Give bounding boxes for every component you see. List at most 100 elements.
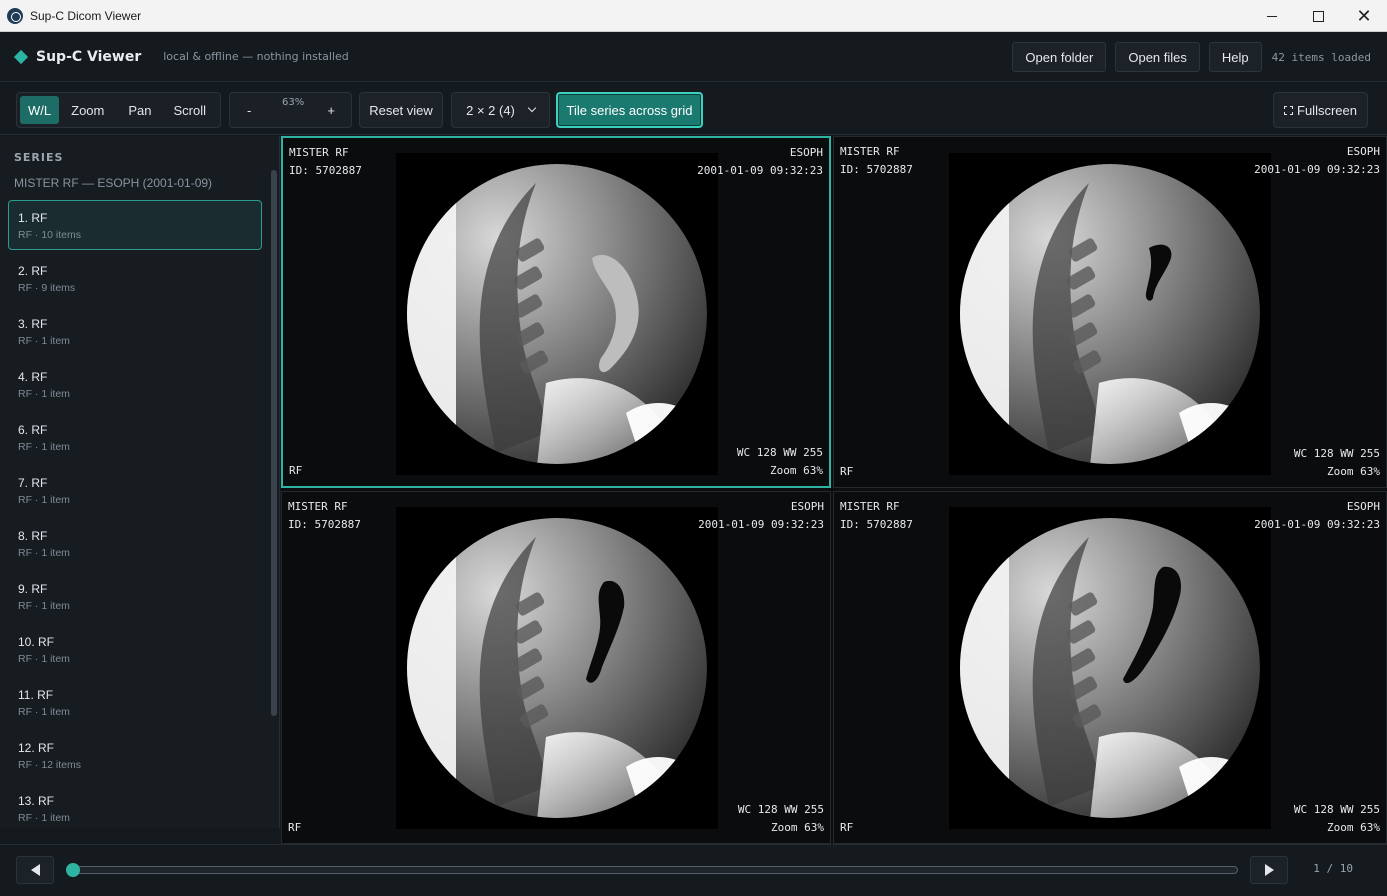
- patient-name: MISTER RF: [289, 146, 349, 159]
- frame-slider-thumb[interactable]: [66, 863, 80, 877]
- next-frame-icon: [1264, 864, 1274, 876]
- tool-pan-button[interactable]: Pan: [120, 96, 159, 124]
- series-meta: RF · 1 item: [18, 494, 70, 506]
- zoom-out-button[interactable]: -: [239, 96, 259, 124]
- fullscreen-icon: [1284, 105, 1294, 115]
- overlay-top-left: MISTER RF ID: 5702887: [840, 143, 913, 179]
- chevron-down-icon: [527, 103, 537, 113]
- zoom-in-button[interactable]: +: [319, 96, 343, 124]
- sidebar-title: SERIES: [14, 151, 64, 164]
- modality-label: RF: [840, 821, 854, 834]
- series-name: 1. RF: [18, 211, 48, 225]
- patient-id: ID: 5702887: [840, 518, 913, 531]
- zoom-readout: Zoom 63%: [1327, 465, 1380, 478]
- frame-slider[interactable]: [72, 866, 1238, 874]
- series-item[interactable]: 4. RF RF · 1 item: [8, 359, 262, 409]
- series-sidebar: SERIES MISTER RF — ESOPH (2001-01-09) 1.…: [0, 136, 280, 828]
- study-datetime: 2001-01-09 09:32:23: [697, 164, 823, 177]
- viewport-4[interactable]: MISTER RF ID: 5702887 ESOPH 2001-01-09 09:…: [833, 491, 1387, 844]
- prev-frame-icon: [30, 864, 40, 876]
- xray-svg: [949, 153, 1271, 475]
- overlay-top-right: ESOPH 2001-01-09 09:32:23: [1254, 498, 1380, 534]
- tool-wl-button[interactable]: W/L: [20, 96, 60, 124]
- fullscreen-label: Fullscreen: [1297, 102, 1357, 118]
- minimize-icon[interactable]: [1249, 0, 1295, 32]
- series-meta: RF · 9 items: [18, 282, 76, 294]
- series-item[interactable]: 9. RF RF · 1 item: [8, 571, 262, 621]
- series-item[interactable]: 2. RF RF · 9 items: [8, 253, 262, 303]
- sidebar-scrollbar[interactable]: [271, 170, 277, 716]
- close-icon[interactable]: ✕: [1341, 0, 1387, 32]
- series-item[interactable]: 7. RF RF · 1 item: [8, 465, 262, 515]
- overlay-top-right: ESOPH 2001-01-09 09:32:23: [1254, 143, 1380, 179]
- zoom-readout: Zoom 63%: [770, 464, 823, 477]
- series-meta: RF · 12 items: [18, 759, 82, 771]
- window-title: Sup-C Dicom Viewer: [30, 8, 142, 23]
- modality-label: RF: [288, 821, 302, 834]
- overlay-top-left: MISTER RF ID: 5702887: [840, 498, 913, 534]
- series-item[interactable]: 12. RF RF · 12 items: [8, 730, 262, 780]
- tool-scroll-button[interactable]: Scroll: [166, 96, 215, 124]
- series-item[interactable]: 6. RF RF · 1 item: [8, 412, 262, 462]
- series-item[interactable]: 13. RF RF · 1 item: [8, 783, 262, 828]
- maximize-icon[interactable]: [1295, 0, 1341, 32]
- prev-frame-button[interactable]: [16, 856, 54, 884]
- xray-image: [949, 507, 1271, 829]
- study-datetime: 2001-01-09 09:32:23: [698, 518, 824, 531]
- series-name: 3. RF: [18, 317, 48, 331]
- xray-image: [949, 153, 1271, 475]
- study-datetime: 2001-01-09 09:32:23: [1254, 518, 1380, 531]
- help-button[interactable]: Help: [1208, 42, 1262, 72]
- items-loaded-count: 42 items loaded: [1271, 50, 1371, 64]
- tool-zoom-button[interactable]: Zoom: [63, 96, 112, 124]
- window-level: WC 128 WW 255: [736, 446, 823, 459]
- app-logo-icon: [7, 7, 23, 24]
- reset-view-button[interactable]: Reset view: [359, 92, 443, 128]
- series-item[interactable]: 8. RF RF · 1 item: [8, 518, 262, 568]
- viewport-grid: MISTER RF ID: 5702887 ESOPH 2001-01-09 09:…: [281, 136, 1387, 844]
- overlay-top-left: MISTER RF ID: 5702887: [289, 144, 362, 180]
- zoom-readout: Zoom 63%: [771, 821, 824, 834]
- study-desc: ESOPH: [790, 500, 824, 513]
- layout-select[interactable]: 2 × 2 (4): [451, 92, 550, 128]
- series-meta: RF · 1 item: [18, 600, 70, 612]
- brand-diamond-icon: [13, 49, 29, 64]
- viewport-1[interactable]: MISTER RF ID: 5702887 ESOPH 2001-01-09 09:…: [281, 136, 831, 488]
- open-folder-button[interactable]: Open folder: [1012, 42, 1107, 72]
- series-name: 4. RF: [18, 370, 48, 384]
- series-meta: RF · 1 item: [18, 812, 70, 824]
- study-label: MISTER RF — ESOPH (2001-01-09): [14, 176, 213, 190]
- patient-name: MISTER RF: [288, 500, 348, 513]
- tile-series-button[interactable]: Tile series across grid: [556, 92, 703, 128]
- overlay-bottom-right: WC 128 WW 255 Zoom 63%: [738, 801, 824, 837]
- series-meta: RF · 1 item: [18, 441, 70, 453]
- series-item[interactable]: 10. RF RF · 1 item: [8, 624, 262, 674]
- xray-svg: [949, 507, 1271, 829]
- patient-name: MISTER RF: [840, 145, 900, 158]
- xray-svg: [396, 507, 718, 829]
- frame-navigation-bar: 1 / 10: [0, 844, 1387, 896]
- fullscreen-button[interactable]: Fullscreen: [1273, 92, 1368, 128]
- brand-tagline: local & offline — nothing installed: [163, 50, 349, 63]
- series-item[interactable]: 3. RF RF · 1 item: [8, 306, 262, 356]
- viewport-2[interactable]: MISTER RF ID: 5702887 ESOPH 2001-01-09 09:…: [833, 136, 1387, 488]
- window-controls: ✕: [1249, 0, 1387, 32]
- xray-svg: [396, 153, 718, 475]
- series-meta: RF · 10 items: [18, 229, 82, 241]
- series-item[interactable]: 11. RF RF · 1 item: [8, 677, 262, 727]
- series-name: 7. RF: [18, 476, 48, 490]
- series-list: 1. RF RF · 10 items 2. RF RF · 9 items 3. …: [8, 200, 262, 828]
- xray-image: [396, 153, 718, 475]
- patient-id: ID: 5702887: [840, 163, 913, 176]
- overlay-bottom-right: WC 128 WW 255 Zoom 63%: [737, 444, 823, 480]
- series-item[interactable]: 1. RF RF · 10 items: [8, 200, 262, 250]
- series-meta: RF · 1 item: [18, 706, 70, 718]
- open-files-button[interactable]: Open files: [1115, 42, 1200, 72]
- app-header: Sup-C Viewer local & offline — nothing i…: [0, 32, 1387, 82]
- viewport-3[interactable]: MISTER RF ID: 5702887 ESOPH 2001-01-09 09:…: [281, 491, 831, 844]
- zoom-readout: Zoom 63%: [1327, 821, 1380, 834]
- next-frame-button[interactable]: [1250, 856, 1288, 884]
- series-meta: RF · 1 item: [18, 388, 70, 400]
- xray-image: [396, 507, 718, 829]
- window-level: WC 128 WW 255: [737, 803, 824, 816]
